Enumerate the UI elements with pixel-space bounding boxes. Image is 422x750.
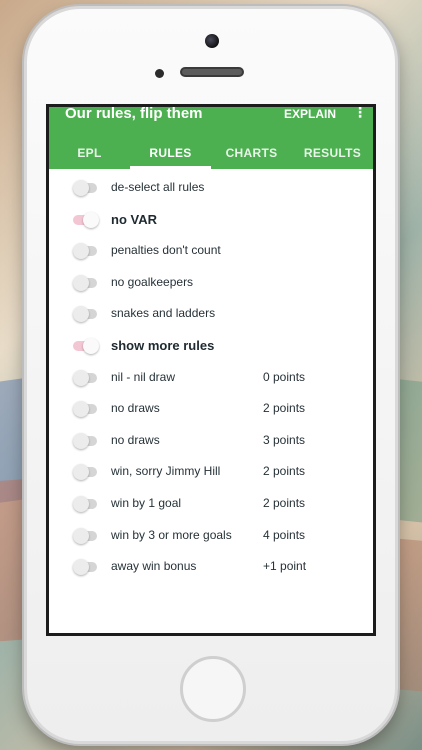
rule-toggle[interactable]: [73, 432, 97, 449]
toggle-knob: [73, 369, 89, 386]
rule-label: nil - nil draw: [111, 369, 176, 384]
rule-row[interactable]: nil - nil draw 0 points: [49, 365, 373, 391]
explain-button[interactable]: EXPLAIN: [284, 107, 336, 121]
rule-label: away win bonus: [111, 559, 197, 574]
rule-toggle[interactable]: [73, 274, 97, 291]
home-button[interactable]: [180, 656, 246, 722]
earpiece-speaker: [180, 67, 244, 77]
rule-row[interactable]: show more rules: [49, 333, 373, 359]
rule-label: no VAR: [111, 211, 157, 227]
rule-row[interactable]: win, sorry Jimmy Hill 2 points: [49, 459, 373, 485]
toggle-knob: [73, 432, 89, 449]
toggle-knob: [73, 496, 89, 512]
rule-label: win by 1 goal: [111, 496, 182, 510]
rule-toggle[interactable]: [73, 211, 99, 228]
tab-charts[interactable]: CHARTS: [211, 139, 292, 169]
tab-results[interactable]: RESULTS: [292, 139, 373, 169]
toggle-knob: [73, 180, 89, 196]
rule-row[interactable]: penalties don't count: [49, 238, 373, 264]
rule-row[interactable]: win by 3 or more goals 4 points: [49, 523, 373, 549]
rule-points: 3 points: [263, 432, 306, 447]
rule-row[interactable]: de-select all rules: [49, 175, 373, 201]
rule-label: win by 3 or more goals: [111, 527, 232, 542]
tab-bar: EPL RULES CHARTS RESULTS: [49, 139, 373, 169]
rule-row[interactable]: no goalkeepers: [49, 270, 373, 296]
rule-points: 4 points: [263, 527, 306, 542]
proximity-sensor: [155, 69, 164, 78]
front-camera: [205, 34, 219, 48]
rule-row[interactable]: away win bonus +1 point: [49, 554, 373, 580]
tab-epl[interactable]: EPL: [49, 139, 130, 169]
rule-toggle[interactable]: [73, 527, 97, 544]
rule-row[interactable]: snakes and ladders: [49, 301, 373, 327]
toggle-knob: [73, 306, 89, 323]
rule-row[interactable]: no draws 2 points: [49, 396, 373, 422]
rule-toggle[interactable]: [73, 338, 99, 354]
rule-label: no goalkeepers: [111, 274, 194, 289]
toggle-knob: [73, 527, 89, 544]
rule-points: +1 point: [263, 559, 307, 574]
rule-toggle[interactable]: [73, 464, 97, 481]
rule-label: no draws: [111, 401, 160, 416]
rule-points: 2 points: [263, 496, 306, 510]
toggle-knob: [83, 338, 99, 354]
rule-toggle[interactable]: [73, 559, 97, 576]
app-screen: Our rules, flip them EXPLAIN ⋮ EPL RULES…: [46, 104, 376, 636]
rule-row[interactable]: win by 1 goal 2 points: [49, 491, 373, 517]
rule-label: snakes and ladders: [111, 306, 216, 321]
rule-row[interactable]: no VAR: [49, 207, 373, 233]
rule-toggle[interactable]: [73, 401, 97, 418]
tab-rules[interactable]: RULES: [130, 139, 211, 169]
rule-toggle[interactable]: [73, 180, 97, 196]
rule-toggle[interactable]: [73, 243, 97, 260]
rule-label: penalties don't count: [111, 243, 221, 258]
rule-toggle[interactable]: [73, 306, 97, 323]
rule-label: no draws: [111, 432, 160, 447]
app-bar: Our rules, flip them EXPLAIN ⋮ EPL RULES…: [49, 107, 373, 169]
rule-toggle[interactable]: [73, 369, 97, 386]
rule-label: show more rules: [111, 338, 215, 353]
app-title: Our rules, flip them: [65, 105, 203, 122]
toggle-knob: [73, 401, 89, 418]
more-vertical-icon[interactable]: ⋮: [353, 107, 367, 125]
rule-label: de-select all rules: [111, 180, 205, 194]
rule-toggle[interactable]: [73, 496, 97, 512]
rule-points: 0 points: [263, 369, 306, 384]
toggle-knob: [73, 243, 89, 260]
rule-points: 2 points: [263, 464, 306, 479]
toggle-knob: [73, 559, 89, 576]
rule-points: 2 points: [263, 401, 306, 416]
toggle-knob: [73, 464, 89, 481]
rule-row[interactable]: no draws 3 points: [49, 428, 373, 454]
rule-label: win, sorry Jimmy Hill: [111, 464, 221, 479]
toggle-knob: [83, 211, 99, 228]
toggle-knob: [73, 274, 89, 291]
